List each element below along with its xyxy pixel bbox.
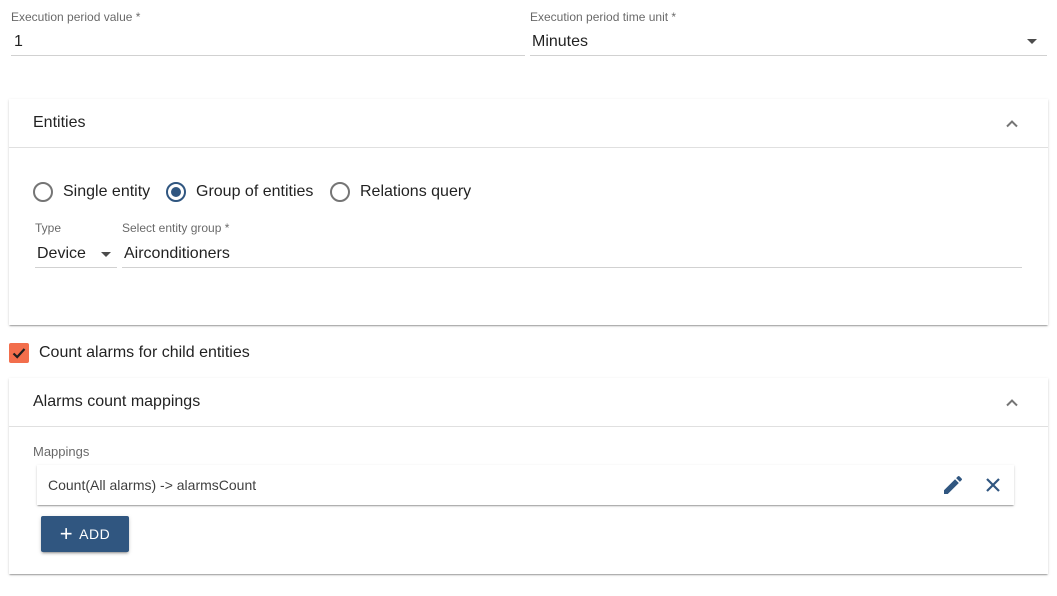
chevron-up-icon[interactable] xyxy=(1004,116,1020,132)
entities-panel-title: Entities xyxy=(33,114,86,131)
chevron-up-icon[interactable] xyxy=(1004,395,1020,411)
radio-group-of-entities[interactable]: Group of entities xyxy=(166,182,313,202)
mappings-label: Mappings xyxy=(33,444,90,459)
field-underline xyxy=(530,55,1047,56)
caret-down-icon xyxy=(101,252,111,257)
radio-button[interactable] xyxy=(330,182,350,202)
plus-icon: + xyxy=(59,521,74,546)
pencil-icon[interactable] xyxy=(941,473,965,497)
entity-type-value: Device xyxy=(37,245,86,262)
entities-panel-header[interactable]: Entities xyxy=(9,99,1048,148)
entity-group-value[interactable]: Airconditioners xyxy=(124,245,230,263)
entity-group-select[interactable]: Select entity group * Airconditioners xyxy=(122,221,1022,268)
execution-period-time-unit-label: Execution period time unit * xyxy=(530,10,677,24)
count-alarms-checkbox[interactable] xyxy=(9,343,29,363)
field-underline xyxy=(122,267,1022,268)
mapping-item-text: Count(All alarms) -> alarmsCount xyxy=(48,477,257,493)
field-underline xyxy=(11,55,525,56)
radio-label: Relations query xyxy=(360,183,472,200)
alarms-mappings-panel-header[interactable]: Alarms count mappings xyxy=(9,378,1048,427)
radio-relations-query[interactable]: Relations query xyxy=(330,182,471,202)
count-alarms-label[interactable]: Count alarms for child entities xyxy=(39,344,250,362)
entity-type-label: Type xyxy=(35,221,62,235)
radio-button[interactable] xyxy=(166,182,186,202)
mapping-item: Count(All alarms) -> alarmsCount xyxy=(37,465,1014,505)
execution-period-time-unit-value: Minutes xyxy=(532,33,589,50)
close-icon[interactable] xyxy=(981,473,1005,497)
execution-period-value-input[interactable]: 1 xyxy=(14,33,23,51)
add-button-label: ADD xyxy=(79,526,111,542)
execution-period-value-label: Execution period value * xyxy=(11,10,141,24)
caret-down-icon xyxy=(1027,39,1037,44)
execution-period-value-field[interactable]: Execution period value * 1 xyxy=(11,10,525,56)
check-icon xyxy=(12,348,26,359)
radio-label: Group of entities xyxy=(196,183,314,200)
entities-panel: Entities Single entity Group of entities… xyxy=(9,99,1048,325)
add-mapping-button[interactable]: + ADD xyxy=(41,516,129,552)
execution-period-time-unit-select[interactable]: Execution period time unit * Minutes xyxy=(530,10,1047,56)
radio-single-entity[interactable]: Single entity xyxy=(33,182,150,202)
alarms-mappings-panel-title: Alarms count mappings xyxy=(33,393,201,410)
entity-type-select[interactable]: Type Device xyxy=(35,221,117,268)
radio-button[interactable] xyxy=(33,182,53,202)
radio-label: Single entity xyxy=(63,183,151,200)
entity-group-label: Select entity group * xyxy=(122,221,230,235)
field-underline xyxy=(35,267,117,268)
